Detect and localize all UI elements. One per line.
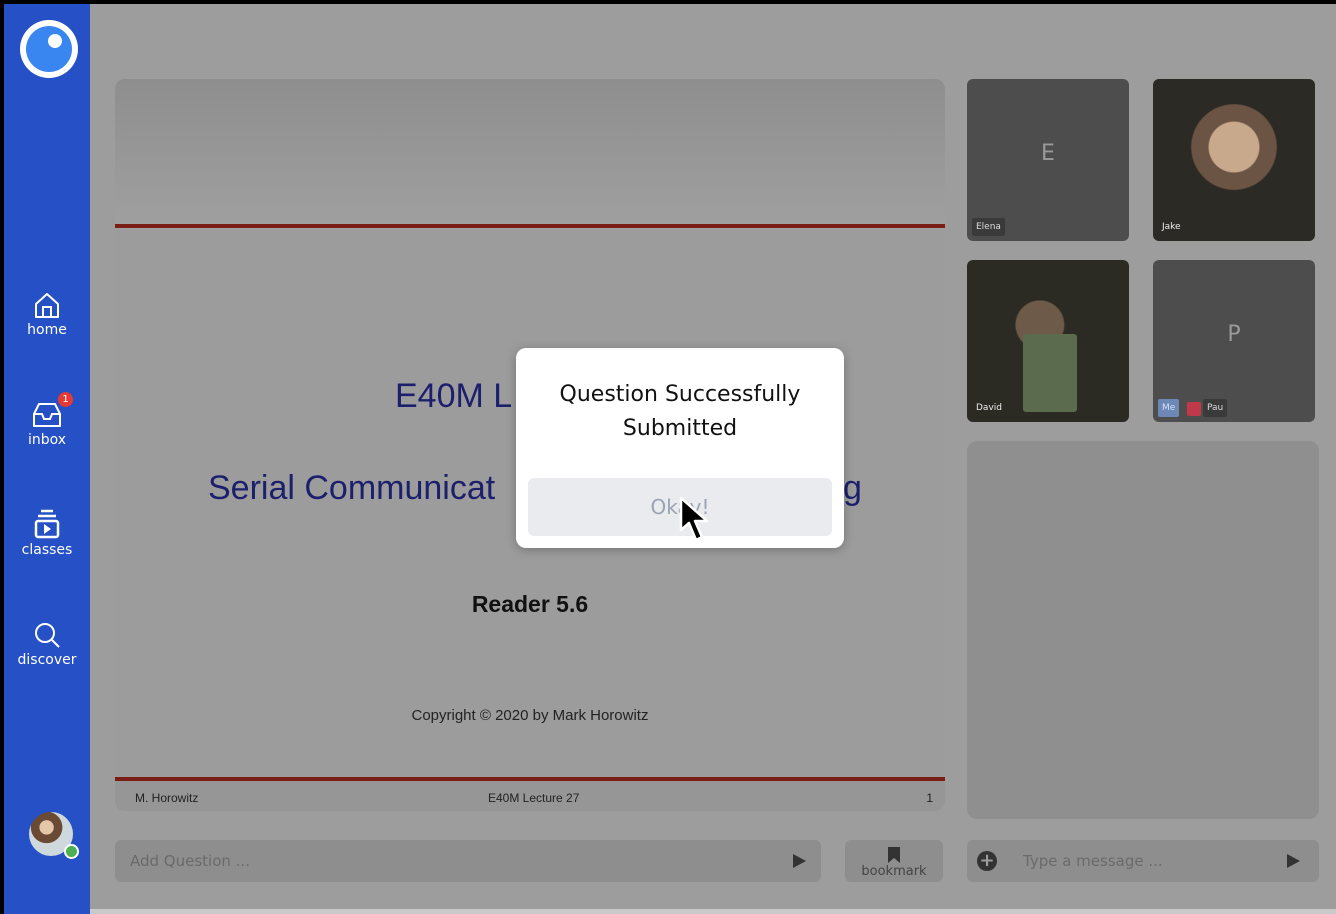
chat-panel [967, 441, 1319, 819]
slide-subtitle-tail: g [843, 469, 862, 507]
participant-name: Elena [972, 218, 1005, 236]
sidebar-item-classes[interactable]: classes [4, 508, 90, 558]
mouse-cursor-icon [679, 496, 709, 542]
slide-footer: M. Horowitz E40M Lecture 27 1 [115, 777, 945, 811]
search-icon [35, 623, 60, 648]
send-question-icon[interactable] [793, 854, 806, 868]
message-input[interactable]: + Type a message ... [967, 840, 1319, 882]
slide-footer-title: E40M Lecture 27 [488, 791, 580, 805]
send-message-icon[interactable] [1287, 854, 1300, 868]
slide-divider [115, 224, 945, 228]
sidebar-item-discover[interactable]: discover [4, 620, 90, 668]
participant-initial: P [1227, 322, 1241, 347]
add-attachment-icon[interactable]: + [977, 851, 997, 871]
message-placeholder: Type a message ... [1023, 852, 1163, 870]
slide-title: E40M L [395, 377, 513, 415]
bookmark-label: bookmark [861, 864, 927, 879]
slide-reader-ref: Reader 5.6 [471, 591, 589, 617]
participant-name: David [976, 403, 1002, 413]
home-icon [35, 293, 59, 318]
sidebar-item-label: discover [17, 652, 77, 668]
sidebar: home 1 inbox classes discover [4, 4, 90, 914]
inbox-badge: 1 [58, 392, 73, 407]
classes-icon [34, 509, 60, 539]
participant-tile-jake[interactable]: Jake [1153, 79, 1315, 241]
participant-name: Pau [1203, 399, 1228, 417]
bookmark-icon [888, 847, 900, 863]
add-question-input[interactable]: Add Question ... [115, 840, 821, 882]
dialog-message: Question Successfully Submitted [559, 382, 801, 441]
participant-initial: E [1041, 141, 1055, 166]
mic-muted-icon[interactable] [1187, 402, 1201, 416]
me-badge: Me [1158, 399, 1180, 417]
inbox-icon [33, 403, 61, 427]
sidebar-item-label: home [27, 322, 67, 338]
bookmark-button[interactable]: bookmark [845, 840, 943, 882]
sidebar-item-label: inbox [27, 432, 67, 448]
book-cover [1023, 334, 1077, 412]
online-status-indicator [64, 844, 79, 859]
participant-tile-elena[interactable]: E Elena [967, 79, 1129, 241]
slide-footer-page: 1 [926, 791, 933, 805]
slide-footer-author: M. Horowitz [135, 791, 199, 805]
sidebar-item-label: classes [21, 542, 73, 558]
slide-copyright: Copyright © 2020 by Mark Horowitz [411, 707, 649, 724]
participant-tile-me[interactable]: P Me Pau [1153, 260, 1315, 422]
slide-subtitle: Serial Communicat [208, 469, 496, 507]
sidebar-item-inbox[interactable]: 1 inbox [4, 392, 90, 448]
participant-name: Jake [1162, 222, 1181, 232]
add-question-placeholder: Add Question ... [130, 852, 250, 870]
participant-tile-david[interactable]: David [967, 260, 1129, 422]
app-logo[interactable] [20, 20, 78, 78]
sidebar-item-home[interactable]: home [4, 290, 90, 338]
